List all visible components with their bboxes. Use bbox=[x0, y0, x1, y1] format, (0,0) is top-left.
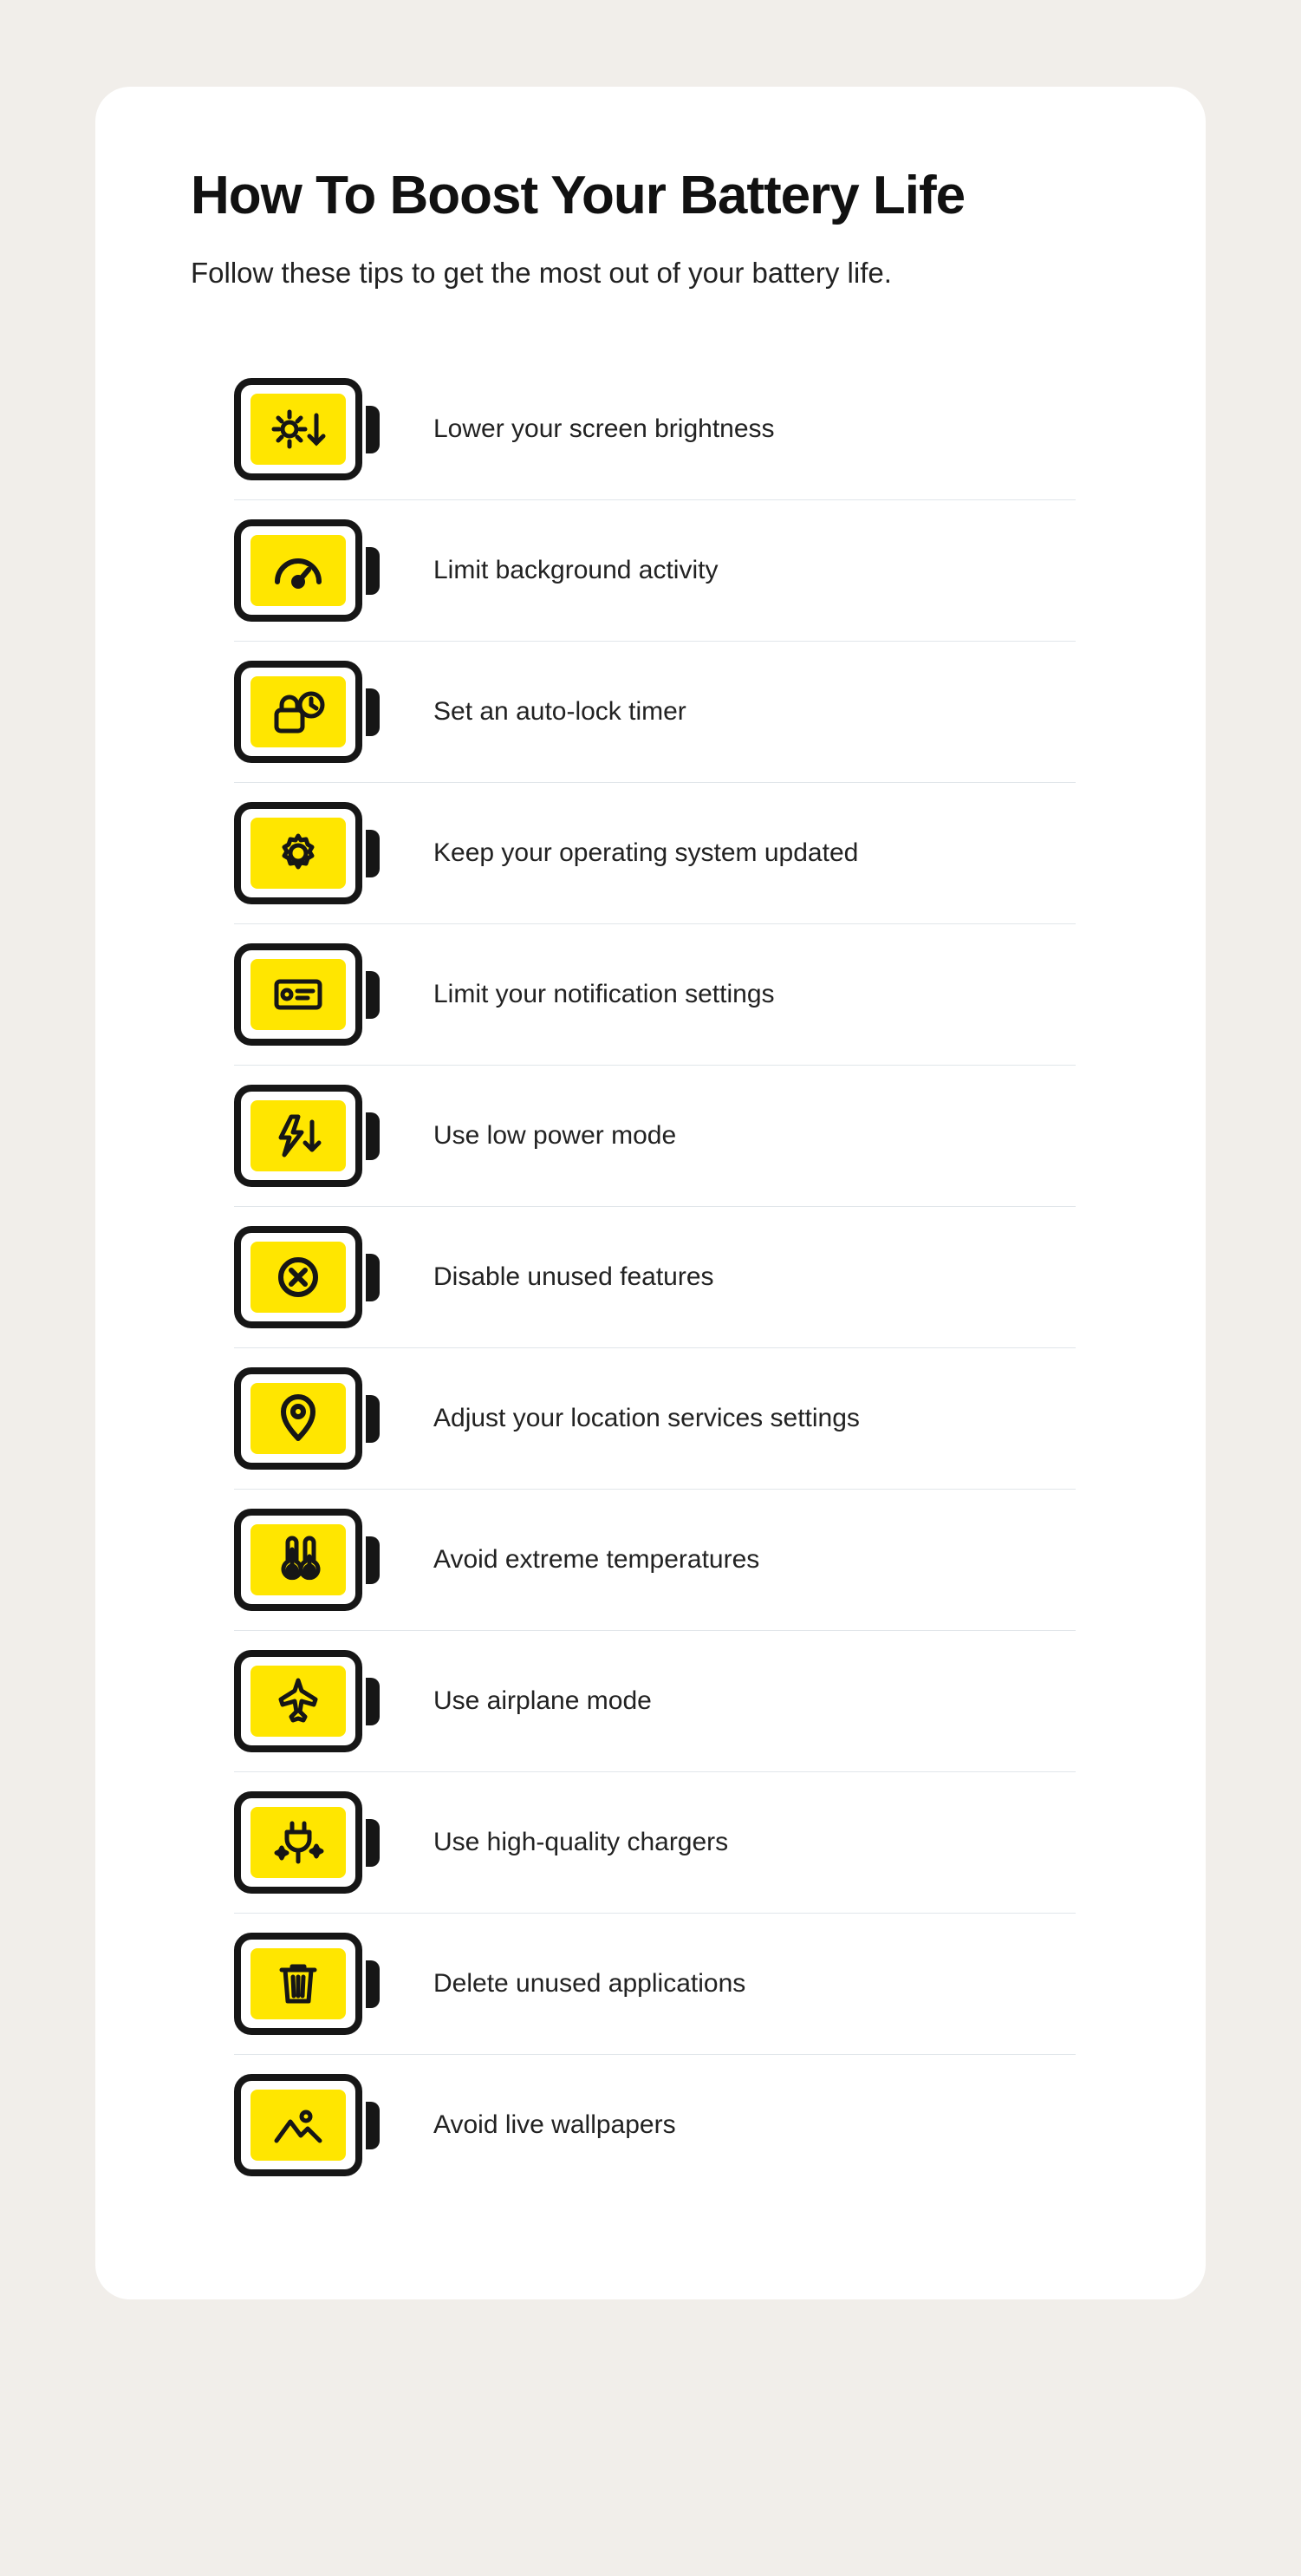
list-item: Use airplane mode bbox=[234, 1631, 1076, 1772]
tip-label: Adjust your location services settings bbox=[399, 1404, 860, 1433]
tip-label: Use airplane mode bbox=[399, 1686, 652, 1716]
list-item: Avoid extreme temperatures bbox=[234, 1490, 1076, 1631]
list-item: Lower your screen brightness bbox=[234, 359, 1076, 500]
lock-clock-icon bbox=[270, 688, 327, 736]
list-item: Use high-quality chargers bbox=[234, 1772, 1076, 1914]
list-item: Disable unused features bbox=[234, 1207, 1076, 1348]
tip-label: Use low power mode bbox=[399, 1121, 676, 1151]
tip-label: Disable unused features bbox=[399, 1262, 714, 1292]
list-item: Delete unused applications bbox=[234, 1914, 1076, 2055]
battery-icon bbox=[234, 1933, 380, 2035]
list-item: Avoid live wallpapers bbox=[234, 2055, 1076, 2195]
gear-icon bbox=[274, 829, 322, 877]
x-circle-icon bbox=[275, 1254, 322, 1301]
list-item: Limit background activity bbox=[234, 500, 1076, 642]
thermometers-icon bbox=[272, 1536, 324, 1584]
tip-label: Set an auto-lock timer bbox=[399, 697, 686, 727]
tip-label: Use high-quality chargers bbox=[399, 1828, 728, 1857]
tip-label: Limit background activity bbox=[399, 556, 718, 585]
list-item: Use low power mode bbox=[234, 1066, 1076, 1207]
battery-icon bbox=[234, 661, 380, 763]
tip-label: Avoid extreme temperatures bbox=[399, 1545, 759, 1575]
tip-label: Delete unused applications bbox=[399, 1969, 745, 1999]
tip-label: Avoid live wallpapers bbox=[399, 2110, 676, 2140]
image-icon bbox=[271, 2103, 325, 2148]
battery-icon bbox=[234, 1367, 380, 1470]
tip-label: Keep your operating system updated bbox=[399, 838, 858, 868]
battery-icon bbox=[234, 943, 380, 1046]
page-title: How To Boost Your Battery Life bbox=[191, 165, 1110, 226]
list-item: Adjust your location services settings bbox=[234, 1348, 1076, 1490]
trash-icon bbox=[276, 1960, 320, 2008]
notification-card-icon bbox=[271, 975, 325, 1014]
map-pin-icon bbox=[278, 1393, 318, 1444]
card: How To Boost Your Battery Life Follow th… bbox=[95, 87, 1206, 2299]
battery-icon bbox=[234, 1791, 380, 1894]
plug-sparkle-icon bbox=[271, 1818, 325, 1867]
tip-label: Lower your screen brightness bbox=[399, 414, 775, 444]
battery-icon bbox=[234, 1085, 380, 1187]
battery-icon bbox=[234, 1226, 380, 1328]
page-subtitle: Follow these tips to get the most out of… bbox=[191, 257, 1110, 290]
airplane-icon bbox=[274, 1677, 322, 1725]
battery-icon bbox=[234, 1509, 380, 1611]
list-item: Keep your operating system updated bbox=[234, 783, 1076, 924]
bolt-down-icon bbox=[272, 1112, 324, 1160]
tip-label: Limit your notification settings bbox=[399, 980, 775, 1009]
battery-icon bbox=[234, 1650, 380, 1752]
brightness-down-icon bbox=[268, 403, 329, 455]
list-item: Set an auto-lock timer bbox=[234, 642, 1076, 783]
battery-icon bbox=[234, 2074, 380, 2176]
battery-icon bbox=[234, 378, 380, 480]
battery-icon bbox=[234, 802, 380, 904]
tips-list: Lower your screen brightness Limit backg… bbox=[191, 359, 1110, 2195]
gauge-icon bbox=[270, 549, 326, 592]
list-item: Limit your notification settings bbox=[234, 924, 1076, 1066]
battery-icon bbox=[234, 519, 380, 622]
